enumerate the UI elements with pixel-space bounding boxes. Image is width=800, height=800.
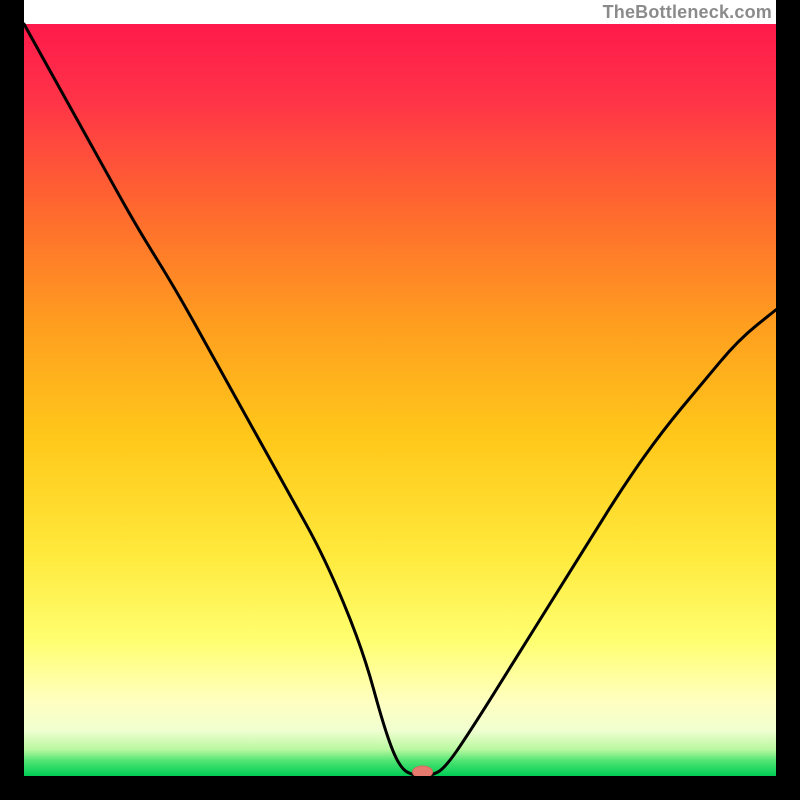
frame-left [0, 0, 24, 800]
watermark-text: TheBottleneck.com [603, 2, 772, 23]
frame-right [776, 0, 800, 800]
chart-container: TheBottleneck.com [0, 0, 800, 800]
plot-background [24, 24, 776, 776]
bottleneck-plot [0, 0, 800, 800]
frame-bottom [0, 776, 800, 800]
